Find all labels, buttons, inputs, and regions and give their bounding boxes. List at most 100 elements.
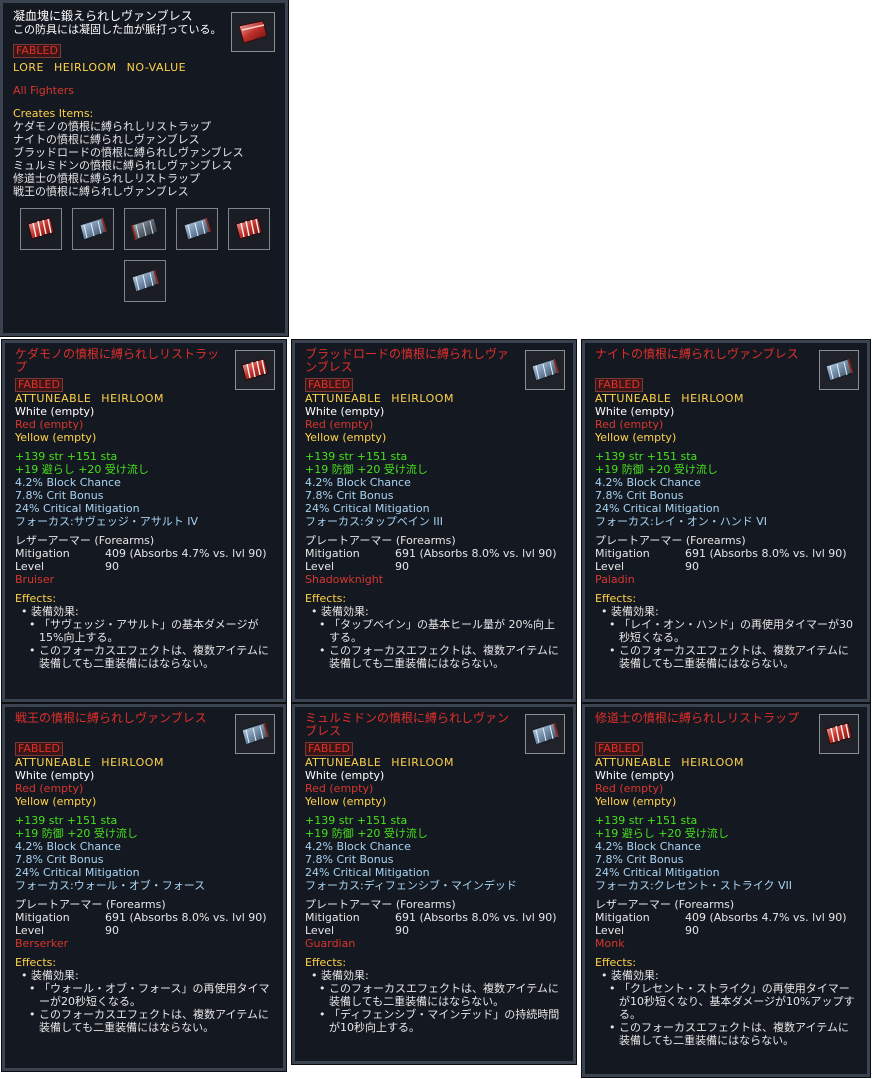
level-value: 90 [105, 924, 119, 937]
effect-line-0: • このフォーカスエフェクトは、複数アイテムに装備しても二重装備にはならない。 [319, 982, 559, 1008]
item-tags: ATTUNEABLE HEIRLOOM [15, 392, 164, 405]
adornment-yellow: Yellow (empty) [595, 795, 677, 808]
wristwrap-red-icon [241, 358, 269, 381]
item-thumbnail[interactable] [235, 714, 275, 754]
item-thumbnail[interactable] [525, 714, 565, 754]
item-thumbnail[interactable] [819, 714, 859, 754]
item-title: ナイトの憤根に縛られしヴァンブレス [595, 347, 799, 361]
item-thumbnail[interactable] [819, 350, 859, 390]
item-thumbnail[interactable] [525, 350, 565, 390]
mitigation-row: Mitigation 409 (Absorbs 4.7% vs. lvl 90) [595, 911, 859, 924]
level-value: 90 [395, 560, 409, 573]
adornment-red: Red (empty) [595, 782, 664, 795]
created-item-icon-1[interactable] [72, 208, 114, 250]
stat-line-2: 4.2% Block Chance [595, 476, 701, 489]
stat-line-4: 24% Critical Mitigation [305, 502, 430, 515]
level-row: Level 90 [15, 560, 275, 573]
class-restriction: Shadowknight [305, 573, 384, 586]
item-tooltip-3: 戦王の憤根に縛られしヴァンブレス FABLED ATTUNEABLE HEIRL… [1, 703, 287, 1072]
fabled-badge: FABLED [305, 378, 353, 392]
created-item-icon-5[interactable] [124, 260, 166, 302]
effects-label: Effects: [15, 956, 57, 969]
level-value: 90 [105, 560, 119, 573]
created-item-icon-2[interactable] [124, 208, 166, 250]
mitigation-label: Mitigation [595, 911, 650, 924]
class-restriction: Bruiser [15, 573, 55, 586]
created-item-icon-3[interactable] [176, 208, 218, 250]
stat-line-3: 7.8% Crit Bonus [15, 489, 104, 502]
mitigation-label: Mitigation [15, 547, 70, 560]
adornment-yellow: Yellow (empty) [595, 431, 677, 444]
stat-line-1: +19 防御 +20 受け流し [305, 827, 428, 840]
mitigation-value: 691 (Absorbs 8.0% vs. lvl 90) [395, 547, 557, 560]
mitigation-label: Mitigation [595, 547, 650, 560]
created-item-3: ミュルミドンの憤根に縛られしヴァンブレス [13, 159, 233, 172]
armor-type: プレートアーマー (Forearms) [15, 898, 166, 911]
level-label: Level [595, 924, 625, 937]
created-item-1: ナイトの憤根に縛られしヴァンブレス [13, 133, 200, 146]
wristwrap-red-icon [825, 722, 853, 745]
level-label: Level [305, 924, 335, 937]
effect-line-1: • このフォーカスエフェクトは、複数アイテムに装備しても二重装備にはならない。 [609, 644, 849, 670]
stat-line-1: +19 防御 +20 受け流し [15, 827, 138, 840]
level-label: Level [15, 924, 45, 937]
item-tags: ATTUNEABLE HEIRLOOM [595, 392, 744, 405]
level-row: Level 90 [595, 560, 859, 573]
stat-line-3: 7.8% Crit Bonus [15, 853, 104, 866]
effect-line-0: • 「クレセント・ストライク」の再使用タイマーが10秒短くなり、基本ダメージが1… [609, 982, 855, 1021]
class-restriction: Paladin [595, 573, 635, 586]
vambrace-steel-icon [531, 358, 559, 382]
stat-line-1: +19 避らし +20 受け流し [15, 463, 149, 476]
mitigation-row: Mitigation 691 (Absorbs 8.0% vs. lvl 90) [595, 547, 859, 560]
stat-line-4: 24% Critical Mitigation [305, 866, 430, 879]
class-restriction: Guardian [305, 937, 356, 950]
level-value: 90 [685, 924, 699, 937]
source-item-thumbnail[interactable] [231, 12, 275, 52]
adornment-red: Red (empty) [305, 418, 374, 431]
armor-type: プレートアーマー (Forearms) [305, 898, 456, 911]
mitigation-value: 691 (Absorbs 8.0% vs. lvl 90) [685, 547, 847, 560]
fabled-badge: FABLED [595, 378, 643, 392]
effects-label: Effects: [595, 956, 637, 969]
item-thumbnail[interactable] [235, 350, 275, 390]
created-item-0: ケダモノの憤根に縛られしリストラップ [13, 120, 211, 133]
adornment-yellow: Yellow (empty) [305, 795, 387, 808]
level-label: Level [15, 560, 45, 573]
level-row: Level 90 [595, 924, 859, 937]
mitigation-label: Mitigation [305, 547, 360, 560]
effects-label: Effects: [305, 956, 347, 969]
effects-label: Effects: [595, 592, 637, 605]
level-row: Level 90 [15, 924, 275, 937]
creates-items-label: Creates Items: [13, 107, 94, 120]
stat-line-2: 4.2% Block Chance [595, 840, 701, 853]
effect-line-1: • このフォーカスエフェクトは、複数アイテムに装備しても二重装備にはならない。 [609, 1021, 849, 1047]
stat-line-3: 7.8% Crit Bonus [595, 489, 684, 502]
stat-line-4: 24% Critical Mitigation [595, 502, 720, 515]
focus-line: フォーカス:サヴェッジ・アサルト IV [15, 515, 198, 528]
created-item-icon-4[interactable] [228, 208, 270, 250]
fabled-badge: FABLED [305, 742, 353, 756]
adornment-white: White (empty) [15, 405, 95, 418]
vambrace-steel-icon [79, 217, 107, 241]
mitigation-row: Mitigation 409 (Absorbs 4.7% vs. lvl 90) [15, 547, 275, 560]
stat-line-0: +139 str +151 sta [15, 450, 118, 463]
adornment-red: Red (empty) [15, 782, 84, 795]
adornment-yellow: Yellow (empty) [305, 431, 387, 444]
fabled-badge: FABLED [15, 742, 63, 756]
mitigation-row: Mitigation 691 (Absorbs 8.0% vs. lvl 90) [305, 911, 565, 924]
vambrace-dark-icon [131, 217, 159, 241]
source-item-tooltip: 凝血塊に鍛えられしヴァンブレス この防具には凝固した血が脈打っている。 FABL… [0, 0, 289, 337]
focus-line: フォーカス:クレセント・ストライク VII [595, 879, 792, 892]
class-restriction: All Fighters [13, 84, 75, 97]
adornment-white: White (empty) [15, 769, 95, 782]
stat-line-3: 7.8% Crit Bonus [305, 853, 394, 866]
adornment-yellow: Yellow (empty) [15, 431, 97, 444]
vambrace-steel-icon [825, 358, 853, 382]
created-item-icon-0[interactable] [20, 208, 62, 250]
focus-line: フォーカス:ディフェンシブ・マインデッド [305, 879, 517, 892]
item-tags: ATTUNEABLE HEIRLOOM [305, 392, 454, 405]
item-tooltip-0: ケダモノの憤根に縛られしリストラップ FABLED ATTUNEABLE HEI… [1, 339, 287, 703]
effect-heading: • 装備効果: [311, 969, 369, 982]
stat-line-4: 24% Critical Mitigation [15, 866, 140, 879]
effect-line-1: • このフォーカスエフェクトは、複数アイテムに装備しても二重装備にはならない。 [319, 644, 559, 670]
